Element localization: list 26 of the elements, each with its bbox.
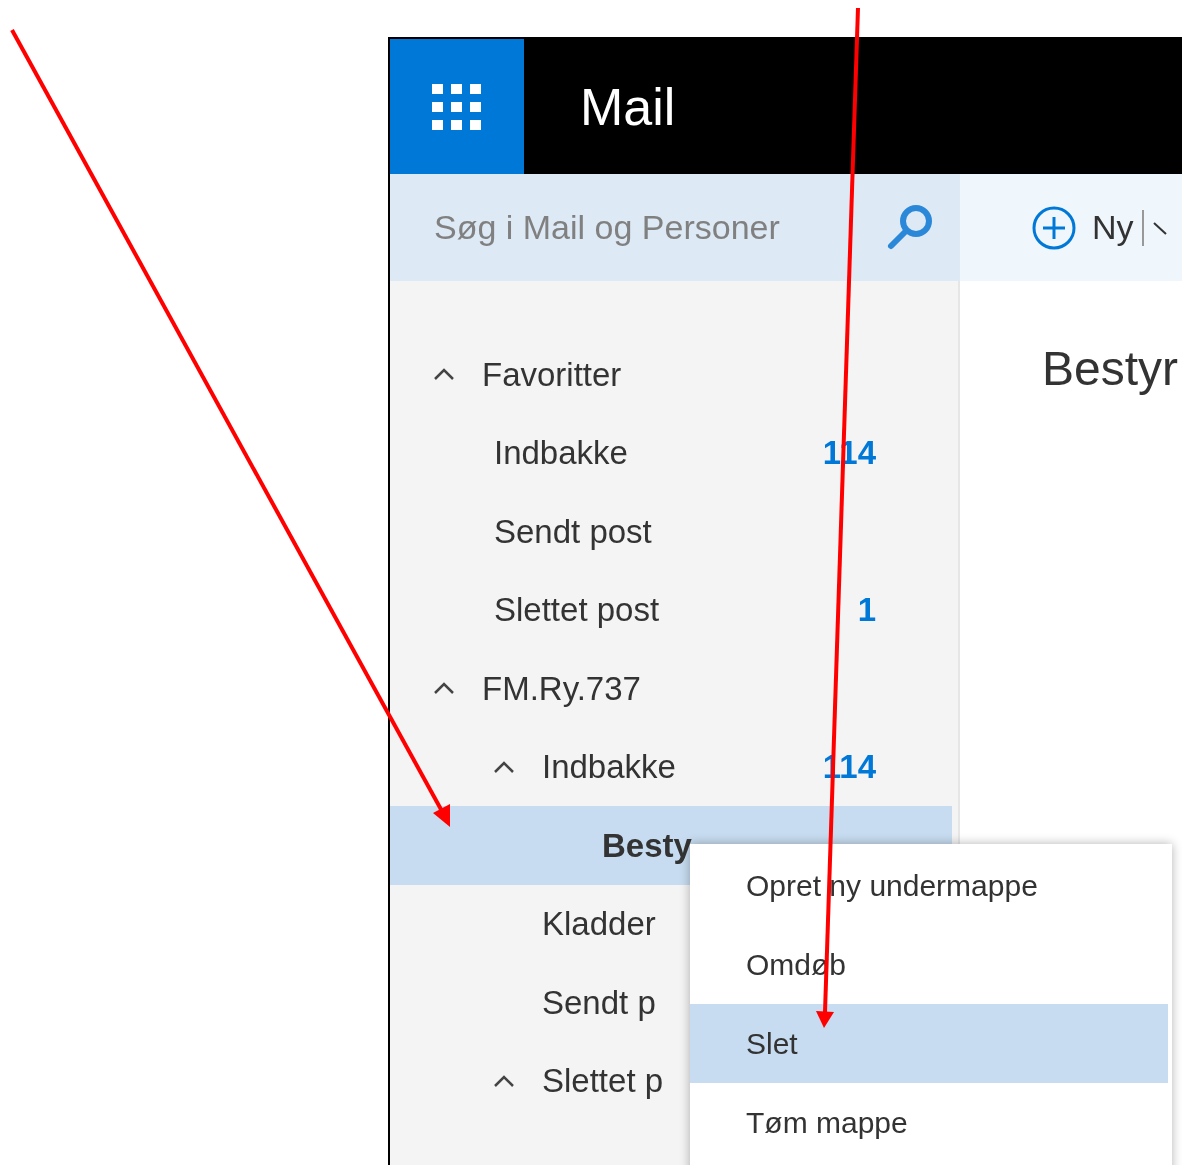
folder-item[interactable]: FM.Ry.737 [390, 649, 952, 728]
menu-item[interactable]: Slet [690, 1004, 1168, 1083]
search-icon [886, 203, 934, 251]
chevron-up-icon[interactable] [432, 681, 456, 696]
folder-item[interactable]: Favoritter [390, 335, 952, 414]
folder-label: FM.Ry.737 [482, 668, 641, 709]
search-field[interactable]: Søg i Mail og Personer [390, 174, 960, 281]
folder-label: Slettet post [494, 590, 660, 630]
folder-item[interactable]: Slettet post 1 [390, 570, 952, 649]
folder-label: Indbakke [542, 747, 676, 787]
folder-item[interactable]: Sendt post [390, 492, 952, 571]
app-grid-icon [432, 83, 482, 130]
app-title: Mail [579, 76, 676, 138]
chevron-up-icon[interactable] [492, 759, 516, 774]
folder-label: Favoritter [482, 354, 622, 395]
chevron-up-icon[interactable] [432, 367, 456, 382]
folder-label: Slettet p [542, 1061, 664, 1101]
folder-label: Besty [602, 825, 692, 866]
plus-circle-icon [1032, 205, 1076, 250]
unread-count: 1 [857, 590, 876, 630]
menu-item[interactable]: Tøm mappe [690, 1083, 1168, 1162]
app-launcher-button[interactable] [390, 39, 524, 174]
folder-label: Sendt post [494, 511, 652, 552]
folder-heading: Bestyr [1042, 341, 1180, 397]
folder-label: Indbakke [494, 433, 628, 473]
chevron-up-icon[interactable] [492, 1073, 516, 1088]
